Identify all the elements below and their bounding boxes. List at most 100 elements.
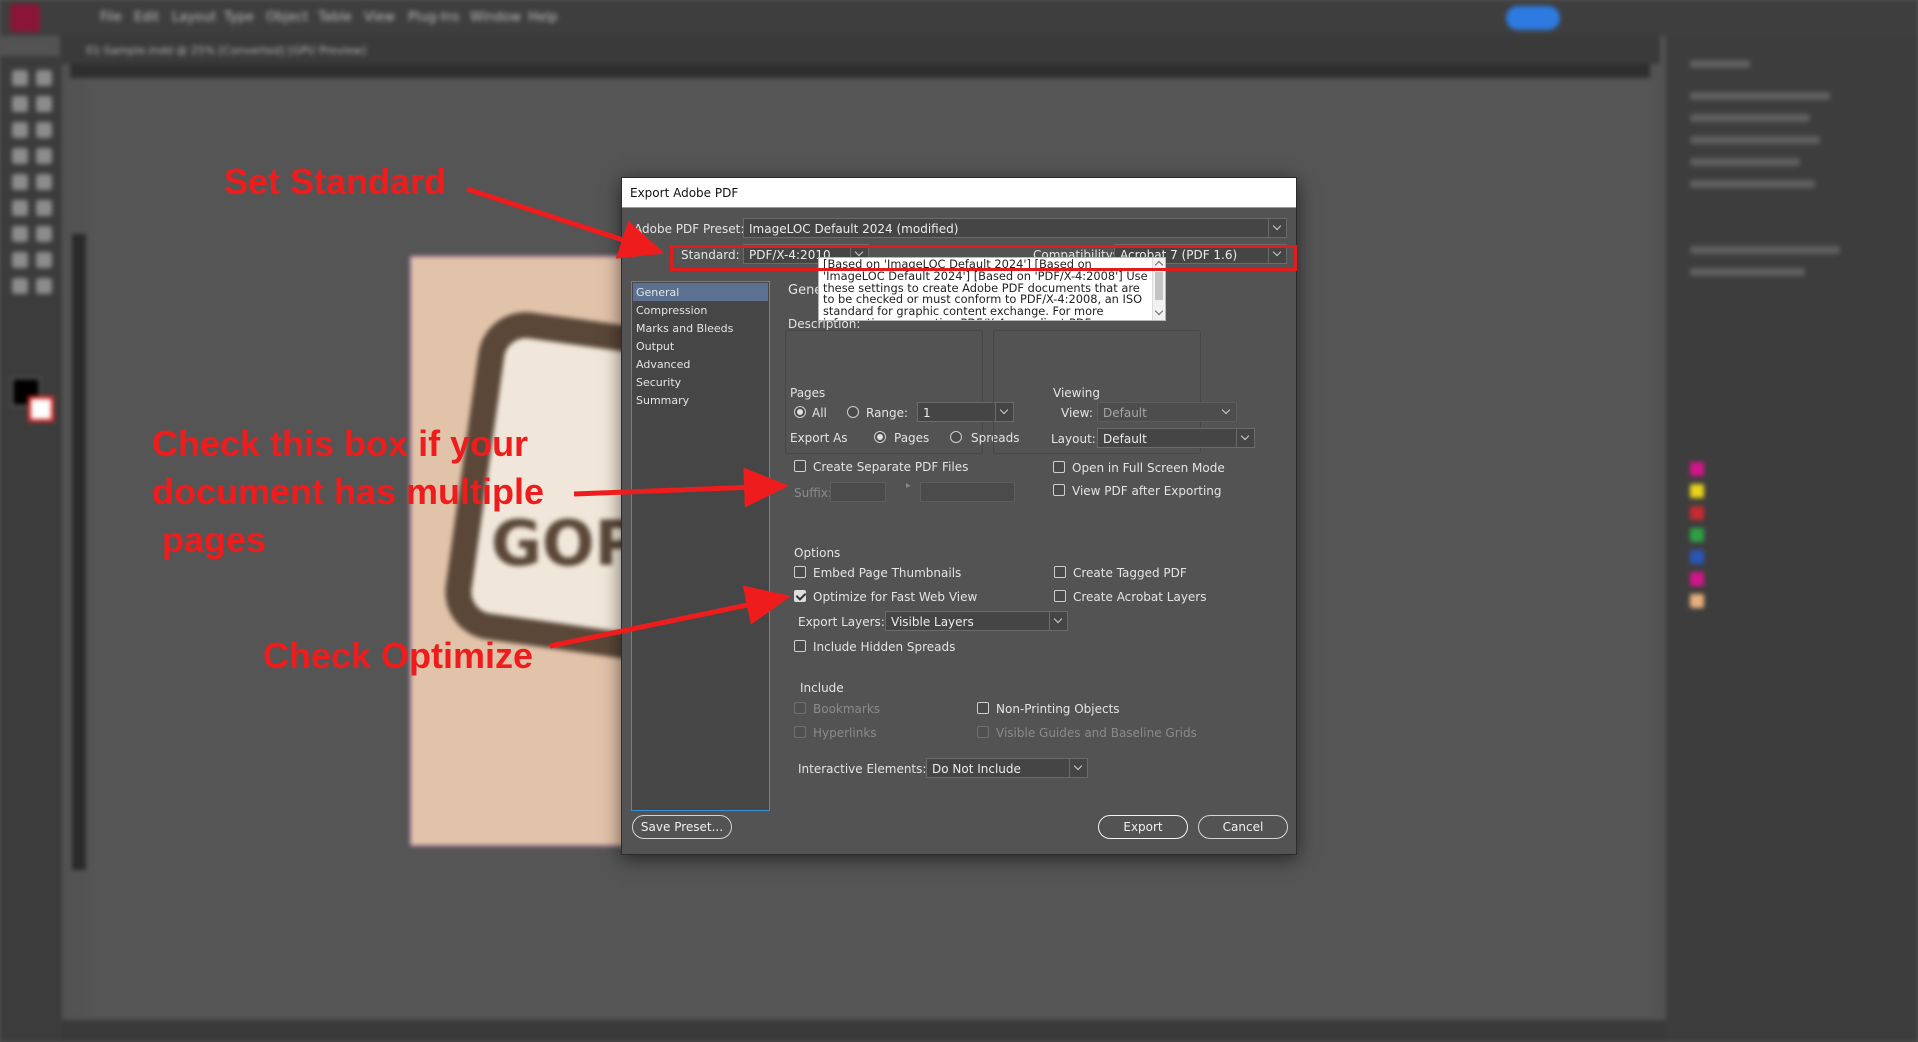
export-as-label: Export As bbox=[790, 431, 848, 445]
view-after-export-checkbox[interactable] bbox=[1053, 484, 1065, 496]
zoom-tool-icon[interactable] bbox=[36, 278, 52, 294]
create-separate-files-checkbox[interactable] bbox=[794, 460, 806, 472]
type-tool-icon[interactable] bbox=[12, 148, 28, 164]
non-printing-label: Non-Printing Objects bbox=[996, 702, 1120, 716]
menu-file[interactable]: File bbox=[100, 10, 122, 25]
pages-all-radio[interactable] bbox=[794, 406, 806, 418]
menu-table[interactable]: Table bbox=[318, 10, 352, 25]
bookmarks-label: Bookmarks bbox=[813, 702, 881, 716]
fullscreen-checkbox[interactable] bbox=[1053, 461, 1065, 473]
menu-help[interactable]: Help bbox=[528, 10, 558, 25]
hand-tool-icon[interactable] bbox=[12, 278, 28, 294]
save-preset-button[interactable]: Save Preset... bbox=[632, 815, 732, 839]
include-hidden-spreads-checkbox[interactable] bbox=[794, 640, 806, 652]
pencil-tool-icon[interactable] bbox=[36, 174, 52, 190]
embed-thumbnails-checkbox[interactable] bbox=[794, 566, 806, 578]
suffix-field[interactable] bbox=[920, 482, 1015, 502]
swatch-chip[interactable] bbox=[1690, 528, 1704, 542]
pen-tool-icon[interactable] bbox=[12, 174, 28, 190]
document-tab[interactable]: 01-Sample.indd @ 25% [Converted] [GPU Pr… bbox=[86, 44, 366, 57]
export-as-pages-radio[interactable] bbox=[874, 431, 886, 443]
chevron-down-icon bbox=[1049, 612, 1067, 630]
view-dropdown[interactable]: Default bbox=[1097, 402, 1237, 422]
swatch-chip[interactable] bbox=[1690, 462, 1704, 476]
create-tagged-checkbox[interactable] bbox=[1054, 566, 1066, 578]
vertical-ruler bbox=[72, 234, 86, 870]
export-as-spreads-radio[interactable] bbox=[950, 431, 962, 443]
rectangle-frame-tool-icon[interactable] bbox=[12, 200, 28, 216]
sidebar-item-security[interactable]: Security bbox=[633, 373, 768, 391]
menu-object[interactable]: Object bbox=[266, 10, 308, 25]
viewing-title: Viewing bbox=[1053, 386, 1101, 400]
menu-layout[interactable]: Layout bbox=[172, 10, 216, 25]
swatch-chip[interactable] bbox=[1690, 594, 1704, 608]
sidebar-item-output[interactable]: Output bbox=[633, 337, 768, 355]
line-tool-icon[interactable] bbox=[36, 148, 52, 164]
artboard-page[interactable]: GOPHE bbox=[410, 256, 734, 846]
layer-row bbox=[1690, 158, 1800, 166]
rectangle-tool-icon[interactable] bbox=[36, 200, 52, 216]
layer-row bbox=[1690, 136, 1820, 144]
hyperlinks-label: Hyperlinks bbox=[813, 726, 877, 740]
dialog-titlebar[interactable]: Export Adobe PDF bbox=[622, 178, 1296, 208]
visible-guides-checkbox bbox=[977, 726, 989, 738]
sidebar-item-summary[interactable]: Summary bbox=[633, 391, 768, 409]
non-printing-checkbox[interactable] bbox=[977, 702, 989, 714]
export-button[interactable]: Export bbox=[1098, 815, 1188, 839]
menu-view[interactable]: View bbox=[364, 10, 395, 25]
menu-type[interactable]: Type bbox=[224, 10, 254, 25]
swatch-chip[interactable] bbox=[1690, 572, 1704, 586]
content-placer-icon[interactable] bbox=[36, 122, 52, 138]
category-list: General Compression Marks and Bleeds Out… bbox=[631, 281, 770, 811]
sidebar-item-compression[interactable]: Compression bbox=[633, 301, 768, 319]
cancel-label: Cancel bbox=[1222, 820, 1264, 834]
interactive-elements-dropdown[interactable]: Do Not Include bbox=[926, 758, 1088, 778]
create-separate-files-label: Create Separate PDF Files bbox=[813, 460, 969, 474]
swatch-chip[interactable] bbox=[1690, 484, 1704, 498]
pages-range-radio[interactable] bbox=[847, 406, 859, 418]
create-acrobat-layers-checkbox[interactable] bbox=[1054, 590, 1066, 602]
sidebar-item-general[interactable]: General bbox=[633, 283, 768, 301]
swatch-chip[interactable] bbox=[1690, 506, 1704, 520]
scissors-tool-icon[interactable] bbox=[12, 226, 28, 242]
suffix-prefix-field[interactable] bbox=[830, 482, 886, 502]
sidebar-item-advanced[interactable]: Advanced bbox=[633, 355, 768, 373]
transform-tool-icon[interactable] bbox=[36, 226, 52, 242]
status-bar bbox=[62, 1020, 1666, 1042]
sidebar-item-marks-and-bleeds[interactable]: Marks and Bleeds bbox=[633, 319, 768, 337]
gap-tool-icon[interactable] bbox=[36, 96, 52, 112]
interactive-elements-value: Do Not Include bbox=[932, 762, 1021, 776]
stroke-swatch[interactable] bbox=[28, 396, 54, 422]
page-tool-icon[interactable] bbox=[12, 96, 28, 112]
content-collector-icon[interactable] bbox=[12, 122, 28, 138]
visible-guides-label: Visible Guides and Baseline Grids bbox=[996, 726, 1197, 740]
view-value: Default bbox=[1103, 406, 1147, 420]
gradient-tool-icon[interactable] bbox=[12, 252, 28, 268]
export-as-pages-label: Pages bbox=[894, 431, 930, 445]
chevron-down-icon bbox=[1236, 429, 1254, 447]
swatch-chip[interactable] bbox=[1690, 550, 1704, 564]
pages-all-label: All bbox=[812, 406, 827, 420]
annotation-multiple-pages-line1: Check this box if your bbox=[152, 423, 529, 464]
note-tool-icon[interactable] bbox=[36, 252, 52, 268]
layer-row bbox=[1690, 114, 1810, 122]
selection-tool-icon[interactable] bbox=[12, 70, 28, 86]
menu-window[interactable]: Window bbox=[470, 10, 521, 25]
menu-plugins[interactable]: Plug-Ins bbox=[408, 10, 459, 25]
view-after-export-label: View PDF after Exporting bbox=[1072, 484, 1222, 498]
optimize-fast-web-checkbox[interactable] bbox=[794, 590, 806, 602]
cancel-button[interactable]: Cancel bbox=[1198, 815, 1288, 839]
preset-dropdown[interactable]: ImageLOC Default 2024 (modified) bbox=[743, 218, 1287, 238]
annotation-check-optimize: Check Optimize bbox=[263, 635, 534, 676]
range-value: 1 bbox=[923, 406, 931, 420]
preset-label: Adobe PDF Preset: bbox=[634, 222, 745, 236]
export-layers-dropdown[interactable]: Visible Layers bbox=[885, 611, 1068, 631]
direct-selection-tool-icon[interactable] bbox=[36, 70, 52, 86]
menu-edit[interactable]: Edit bbox=[134, 10, 159, 25]
scroll-down-icon[interactable] bbox=[1154, 306, 1164, 316]
share-button[interactable] bbox=[1506, 6, 1560, 30]
standard-highlight-box bbox=[670, 245, 1297, 271]
layout-dropdown[interactable]: Default bbox=[1097, 428, 1255, 448]
scroll-thumb[interactable] bbox=[1155, 272, 1163, 300]
pages-title: Pages bbox=[790, 386, 826, 400]
